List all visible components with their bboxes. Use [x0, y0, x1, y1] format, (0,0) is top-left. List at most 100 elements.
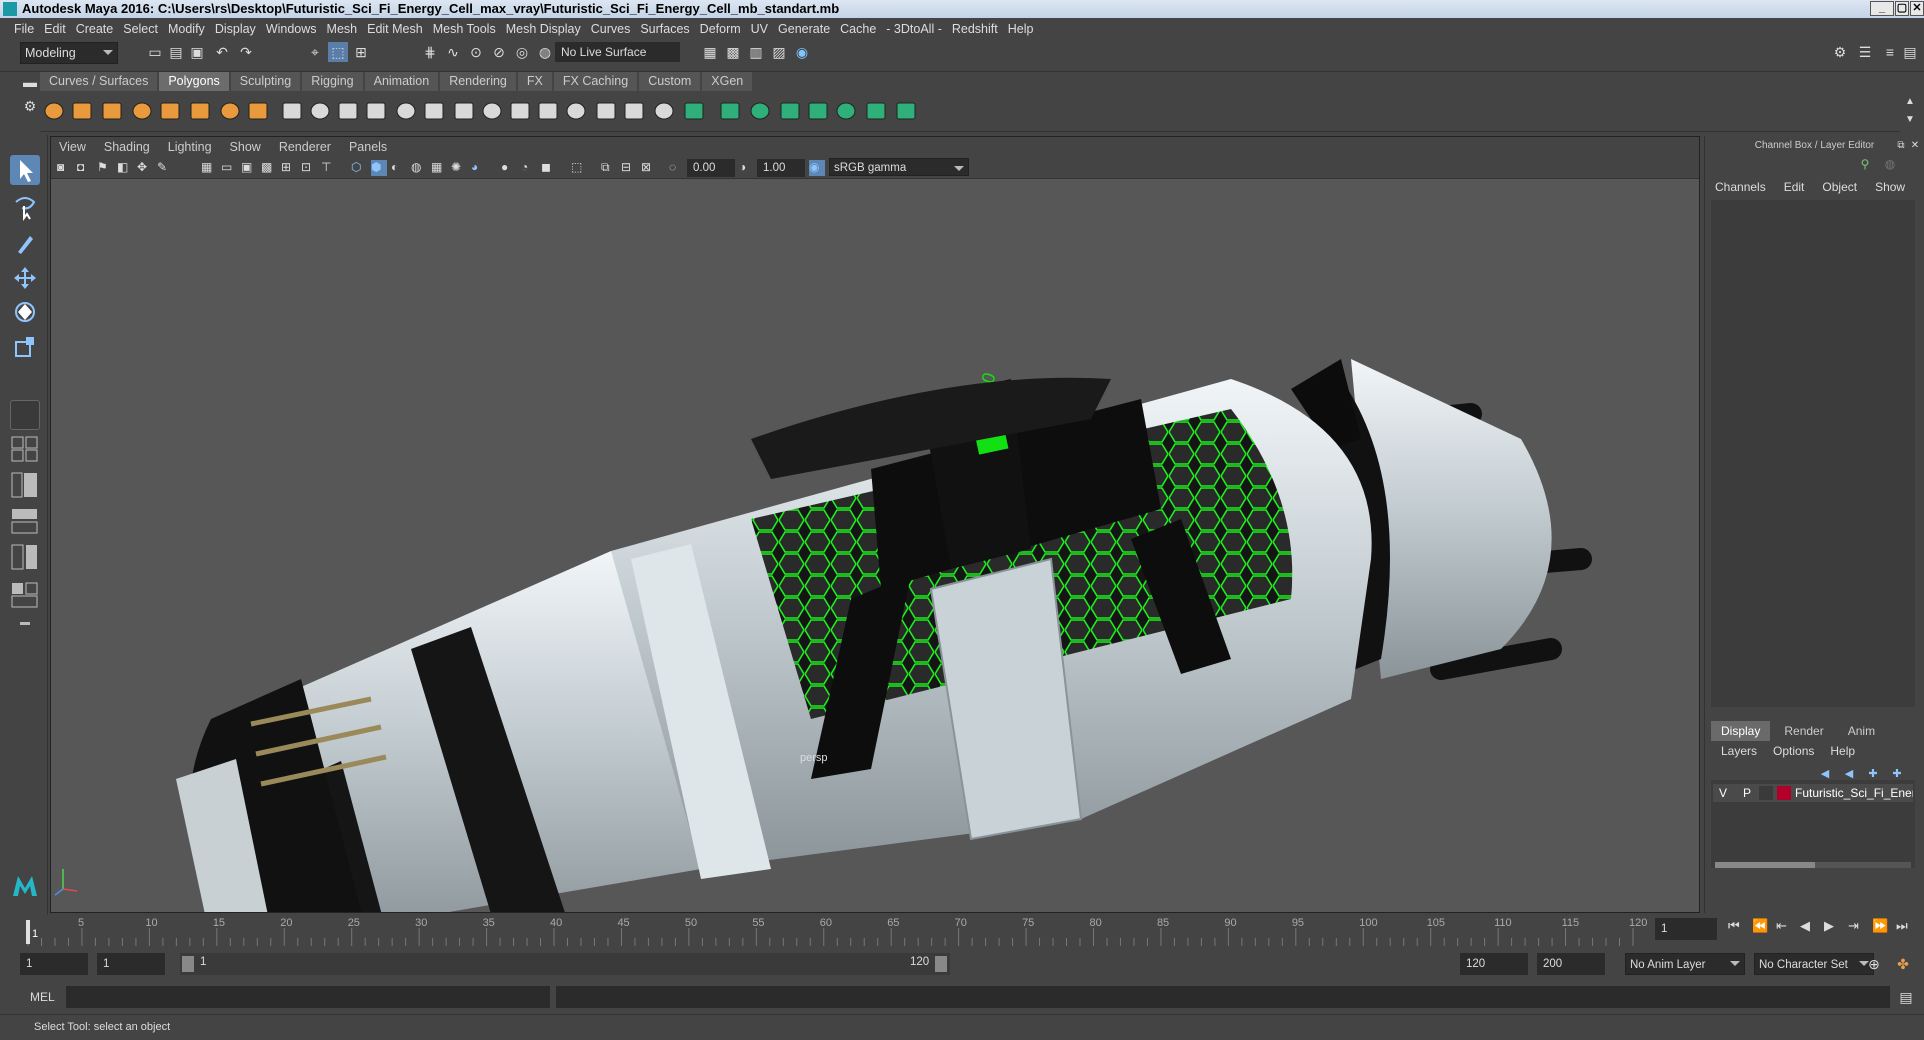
- gamma-field[interactable]: 1.00: [757, 159, 805, 177]
- viewport-menu-view[interactable]: View: [59, 140, 86, 154]
- redo-icon[interactable]: ↷: [236, 42, 256, 62]
- shelf-tab-xgen[interactable]: XGen: [702, 72, 753, 91]
- shelf-tab-animation[interactable]: Animation: [364, 72, 439, 91]
- menu-display[interactable]: Display: [215, 22, 266, 36]
- menu-edit[interactable]: Edit: [44, 22, 76, 36]
- ipr-render-icon[interactable]: ▥: [746, 42, 766, 62]
- menu-redshift[interactable]: Redshift: [952, 22, 1008, 36]
- snap-view-icon[interactable]: ⊘: [489, 42, 509, 62]
- hypershade-layout-icon[interactable]: [10, 543, 40, 571]
- anti-aliasing-icon[interactable]: ◼: [541, 160, 557, 176]
- bevel-icon[interactable]: [534, 97, 562, 125]
- grid-toggle-icon[interactable]: ▦: [201, 160, 217, 176]
- layer-name[interactable]: Futuristic_Sci_Fi_Energ: [1795, 784, 1913, 802]
- menu-create[interactable]: Create: [76, 22, 124, 36]
- menu-help[interactable]: Help: [1008, 22, 1044, 36]
- gamma-icon[interactable]: ◑: [739, 160, 755, 176]
- layer-playback-toggle[interactable]: P: [1743, 784, 1751, 802]
- select-hierarchy-icon[interactable]: ⌖: [305, 42, 325, 62]
- channel-box-menu-edit[interactable]: Edit: [1784, 180, 1805, 194]
- quad-draw-icon[interactable]: [650, 97, 678, 125]
- layer-row[interactable]: V P Futuristic_Sci_Fi_Energ: [1713, 784, 1913, 802]
- camera-attributes-icon[interactable]: ◘: [77, 160, 93, 176]
- smooth-shade-icon[interactable]: ⬢: [371, 160, 387, 176]
- layer-visibility-toggle[interactable]: V: [1719, 784, 1727, 802]
- gate-mask-icon[interactable]: ▩: [261, 160, 277, 176]
- play-backwards-icon[interactable]: ◀: [1800, 918, 1810, 934]
- close-button[interactable]: ✕: [1910, 1, 1924, 16]
- animation-preferences-icon[interactable]: ✤: [1893, 954, 1913, 974]
- poly-pyramid-icon[interactable]: [216, 97, 244, 125]
- separate-icon[interactable]: [306, 97, 334, 125]
- poly-plane-icon[interactable]: [156, 97, 184, 125]
- mel-label[interactable]: MEL: [30, 990, 55, 1004]
- menu-file[interactable]: File: [14, 22, 44, 36]
- playback-start-field[interactable]: 1: [97, 953, 165, 975]
- save-scene-icon[interactable]: ▣: [187, 42, 207, 62]
- range-slider-start-handle[interactable]: [182, 956, 194, 972]
- range-slider[interactable]: 1 120: [180, 953, 950, 975]
- xray-icon[interactable]: ⧉: [601, 160, 617, 176]
- step-forward-key-icon[interactable]: ⇥: [1848, 918, 1859, 934]
- panel-close-icon[interactable]: ✕: [1905, 136, 1924, 156]
- shelf-tab-rigging[interactable]: Rigging: [302, 72, 363, 91]
- automatic-mapping-icon[interactable]: [746, 97, 774, 125]
- layer-menu-layers[interactable]: Layers: [1721, 744, 1757, 758]
- persp-outliner-layout-icon[interactable]: [10, 471, 40, 499]
- target-weld-icon[interactable]: [620, 97, 648, 125]
- mode-dropdown[interactable]: Modeling: [20, 42, 118, 64]
- exposure-icon[interactable]: ◌: [669, 160, 685, 176]
- viewport-menu-show[interactable]: Show: [230, 140, 261, 154]
- live-surface-field[interactable]: No Live Surface: [555, 42, 680, 62]
- channel-box-layer-toggle-icon[interactable]: ⚲: [1855, 154, 1875, 174]
- paint-select-tool-icon[interactable]: [10, 228, 40, 258]
- layer-color-swatch[interactable]: [1777, 786, 1791, 800]
- menu-cache[interactable]: Cache: [840, 22, 886, 36]
- poly-cylinder-icon[interactable]: [98, 97, 126, 125]
- go-to-end-icon[interactable]: ⏭: [1896, 918, 1908, 934]
- channel-box-area[interactable]: [1711, 200, 1915, 707]
- textured-icon[interactable]: ▦: [431, 160, 447, 176]
- snap-point-icon[interactable]: ⊙: [466, 42, 486, 62]
- motion-blur-icon[interactable]: ◔: [521, 160, 537, 176]
- command-input[interactable]: [66, 986, 550, 1008]
- reduce-icon[interactable]: [420, 97, 448, 125]
- current-frame-field[interactable]: 1: [1655, 918, 1717, 940]
- menu-modify[interactable]: Modify: [168, 22, 215, 36]
- combine-icon[interactable]: [278, 97, 306, 125]
- menu-mesh-tools[interactable]: Mesh Tools: [433, 22, 506, 36]
- scale-tool-icon[interactable]: [10, 332, 40, 362]
- hypershade-icon[interactable]: ◉: [792, 42, 812, 62]
- menu-uv[interactable]: UV: [751, 22, 778, 36]
- viewport-menu-renderer[interactable]: Renderer: [279, 140, 331, 154]
- bookmark-icon[interactable]: ⚑: [97, 160, 113, 176]
- step-back-key-icon[interactable]: ⇤: [1776, 918, 1787, 934]
- channel-box-menu-object[interactable]: Object: [1822, 180, 1857, 194]
- render-frame-icon[interactable]: ▩: [723, 42, 743, 62]
- unfold-icon[interactable]: [832, 97, 860, 125]
- mirror-icon[interactable]: [450, 97, 478, 125]
- smooth-icon[interactable]: [392, 97, 420, 125]
- menu-select[interactable]: Select: [123, 22, 168, 36]
- menu-edit-mesh[interactable]: Edit Mesh: [367, 22, 433, 36]
- xray-joints-icon[interactable]: ⊟: [621, 160, 637, 176]
- viewport-menu-panels[interactable]: Panels: [349, 140, 387, 154]
- poly-cube-icon[interactable]: [68, 97, 96, 125]
- poly-torus-icon[interactable]: [186, 97, 214, 125]
- open-scene-icon[interactable]: ▤: [166, 42, 186, 62]
- screen-space-ao-icon[interactable]: ●: [501, 160, 517, 176]
- film-gate-icon[interactable]: ▭: [221, 160, 237, 176]
- menu-curves[interactable]: Curves: [591, 22, 641, 36]
- render-settings-icon[interactable]: ▦: [700, 42, 720, 62]
- uv-editor-icon[interactable]: [680, 97, 708, 125]
- exposure-field[interactable]: 0.00: [687, 159, 735, 177]
- character-set-dropdown[interactable]: No Character Set: [1754, 953, 1874, 975]
- wireframe-icon[interactable]: ⬡: [351, 160, 367, 176]
- camera-select-icon[interactable]: ◙: [57, 160, 73, 176]
- layer-type-toggle[interactable]: [1759, 786, 1773, 800]
- four-view-layout-icon[interactable]: [10, 435, 40, 463]
- play-forwards-icon[interactable]: ▶: [1824, 918, 1834, 934]
- cylindrical-mapping-icon[interactable]: [776, 97, 804, 125]
- field-chart-icon[interactable]: ⊞: [281, 160, 297, 176]
- booleans-icon[interactable]: [362, 97, 390, 125]
